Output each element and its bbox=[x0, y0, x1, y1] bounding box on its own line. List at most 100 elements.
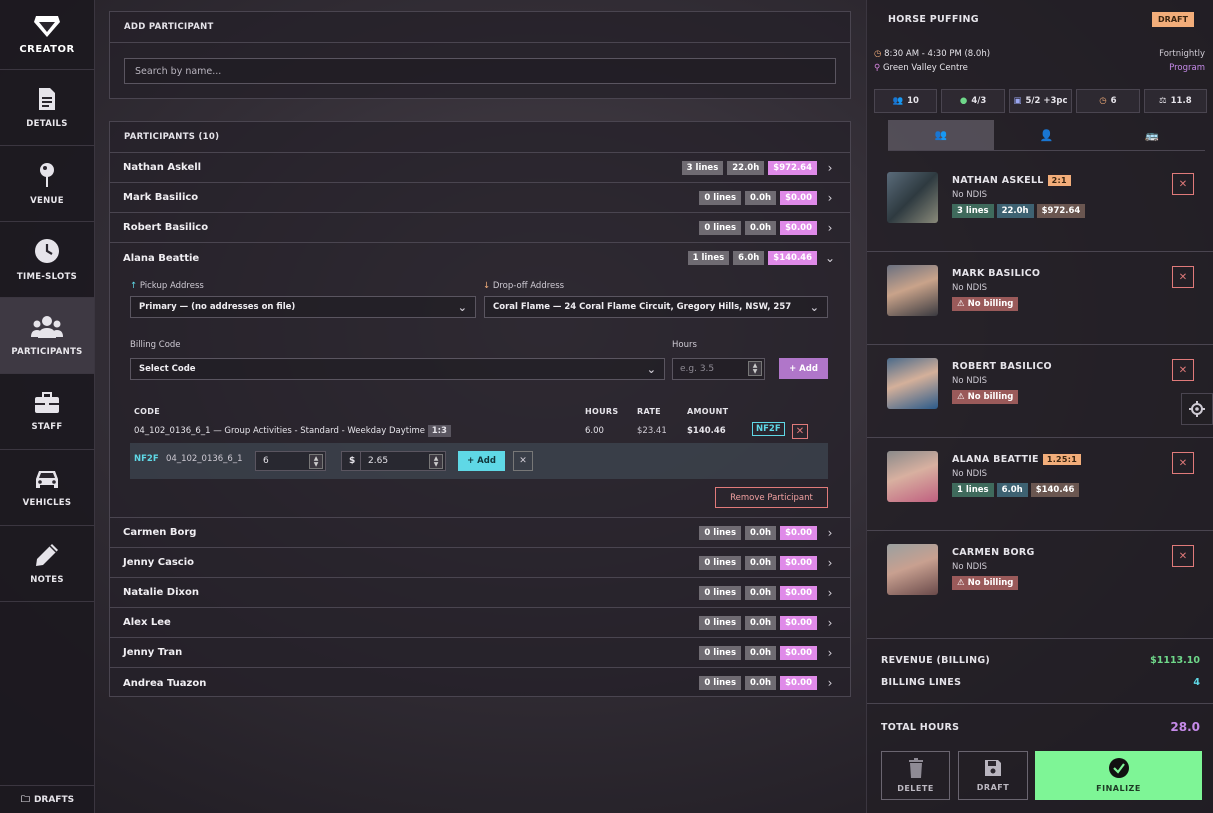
sub-qty-input[interactable]: 6 ▲ ▼ bbox=[255, 451, 326, 471]
participant-row[interactable]: Mark Basilico 0 lines 0.0h $0.00 › bbox=[109, 183, 851, 213]
amount-chip: $0.00 bbox=[780, 676, 817, 690]
time-range: ◷ 8:30 AM - 4:30 PM (8.0h) bbox=[874, 49, 991, 59]
ndis-status: No NDIS bbox=[952, 283, 988, 293]
participant-row[interactable]: Natalie Dixon 0 lines 0.0h $0.00 › bbox=[109, 578, 851, 608]
participant-card: NATHAN ASKELL 2:1 No NDIS 3 lines 22.0h $… bbox=[867, 159, 1213, 252]
diamond-logo-icon bbox=[34, 16, 60, 37]
col-code: CODE bbox=[134, 407, 160, 416]
stat-staff: ● 4/3 bbox=[941, 89, 1005, 113]
dropoff-select[interactable]: Coral Flame — 24 Coral Flame Circuit, Gr… bbox=[484, 296, 828, 318]
tab-participants[interactable]: 👥 bbox=[888, 120, 994, 150]
chevron-right-icon[interactable]: › bbox=[823, 221, 837, 235]
nav-vehicles[interactable]: VEHICLES bbox=[0, 450, 94, 526]
remove-card-button[interactable]: ✕ bbox=[1172, 173, 1194, 195]
participant-row[interactable]: Alex Lee 0 lines 0.0h $0.00 › bbox=[109, 608, 851, 638]
nav-notes[interactable]: NOTES bbox=[0, 526, 94, 602]
delete-button[interactable]: DELETE bbox=[881, 751, 950, 800]
nav-label: VEHICLES bbox=[22, 497, 72, 508]
lines-chip: 0 lines bbox=[699, 555, 741, 570]
amount-chip: $0.00 bbox=[780, 615, 817, 630]
close-icon: ✕ bbox=[1178, 271, 1188, 283]
amount-chip: $0.00 bbox=[780, 585, 817, 600]
pencil-icon bbox=[36, 543, 58, 566]
nav-time-slots[interactable]: TIME-SLOTS bbox=[0, 222, 94, 298]
floppy-icon bbox=[985, 760, 1001, 776]
stepper-icon[interactable]: ▲ ▼ bbox=[748, 361, 762, 376]
sub-price-input[interactable]: 2.65 ▲ ▼ bbox=[360, 451, 446, 471]
ndis-status: No NDIS bbox=[952, 190, 988, 200]
participant-row[interactable]: Andrea Tuazon 0 lines 0.0h $0.00 › bbox=[109, 668, 851, 698]
save-draft-button[interactable]: DRAFT bbox=[958, 751, 1028, 800]
chevron-right-icon[interactable]: › bbox=[823, 526, 837, 540]
participant-name: Robert Basilico bbox=[123, 222, 209, 233]
stepper-icon[interactable]: ▲ ▼ bbox=[429, 454, 443, 469]
chevron-right-icon[interactable]: › bbox=[823, 676, 837, 690]
brand[interactable]: CREATOR bbox=[0, 0, 94, 70]
nav-participants[interactable]: PARTICIPANTS bbox=[0, 298, 94, 374]
check-circle-icon bbox=[1108, 758, 1129, 778]
amount-chip: $0.00 bbox=[780, 190, 817, 205]
sub-add-button[interactable]: + Add bbox=[458, 451, 505, 471]
chevron-right-icon[interactable]: › bbox=[823, 616, 837, 630]
amount-chip: $972.64 bbox=[768, 160, 817, 175]
nf2f-toggle[interactable]: NF2F bbox=[752, 422, 785, 436]
warning-icon: ⚠ bbox=[957, 392, 965, 402]
chevron-right-icon[interactable]: › bbox=[823, 586, 837, 600]
lines-chip: 1 lines bbox=[952, 483, 994, 497]
remove-card-button[interactable]: ✕ bbox=[1172, 452, 1194, 474]
close-icon: ✕ bbox=[1178, 364, 1188, 376]
participant-row-expanded[interactable]: Alana Beattie 1 lines 6.0h $140.46 ⌄ bbox=[109, 243, 851, 273]
search-input[interactable] bbox=[124, 58, 836, 84]
chevron-right-icon[interactable]: › bbox=[823, 161, 837, 175]
lines-chip: 0 lines bbox=[699, 676, 741, 690]
remove-card-button[interactable]: ✕ bbox=[1172, 359, 1194, 381]
chevron-down-icon[interactable]: ⌄ bbox=[823, 251, 837, 265]
amount-chip: $0.00 bbox=[780, 645, 817, 660]
ratio-badge: 1.25:1 bbox=[1042, 454, 1082, 465]
chevron-right-icon[interactable]: › bbox=[823, 646, 837, 660]
participant-row[interactable]: Jenny Cascio 0 lines 0.0h $0.00 › bbox=[109, 548, 851, 578]
lines-chip: 1 lines bbox=[687, 251, 730, 265]
delete-line-button[interactable]: ✕ bbox=[792, 424, 808, 439]
sub-cancel-button[interactable]: ✕ bbox=[513, 451, 533, 471]
participant-row[interactable]: Carmen Borg 0 lines 0.0h $0.00 › bbox=[109, 518, 851, 548]
drafts-link[interactable]: 🗀 DRAFTS bbox=[0, 785, 95, 813]
pickup-select[interactable]: Primary — (no addresses on file) ⌄ bbox=[130, 296, 476, 318]
chevron-right-icon[interactable]: › bbox=[823, 191, 837, 205]
remove-card-button[interactable]: ✕ bbox=[1172, 545, 1194, 567]
gear-icon bbox=[1189, 401, 1205, 417]
chevron-right-icon[interactable]: › bbox=[823, 556, 837, 570]
participant-row[interactable]: Jenny Tran 0 lines 0.0h $0.00 › bbox=[109, 638, 851, 668]
nav-venue[interactable]: VENUE bbox=[0, 146, 94, 222]
nav-staff[interactable]: STAFF bbox=[0, 374, 94, 450]
hours-chip: 22.0h bbox=[996, 204, 1034, 218]
remove-participant-button[interactable]: Remove Participant bbox=[715, 487, 828, 508]
chevron-down-icon: ⌄ bbox=[809, 301, 819, 314]
people-icon: 👥 bbox=[934, 129, 948, 141]
add-billing-button[interactable]: + Add bbox=[779, 358, 828, 379]
nav-details[interactable]: DETAILS bbox=[0, 70, 94, 146]
participant-row[interactable]: Robert Basilico 0 lines 0.0h $0.00 › bbox=[109, 213, 851, 243]
hours-chip: 0.0h bbox=[745, 190, 777, 205]
card-name: ALANA BEATTIE 1.25:1 bbox=[952, 454, 1082, 465]
tab-vehicles[interactable]: 🚌 bbox=[1099, 120, 1205, 150]
hours-input[interactable]: e.g. 3.5 ▲ ▼ bbox=[672, 358, 765, 380]
amount-chip: $0.00 bbox=[780, 525, 817, 540]
card-name: NATHAN ASKELL 2:1 bbox=[952, 175, 1071, 186]
finalize-button[interactable]: FINALIZE bbox=[1035, 751, 1202, 800]
arrow-up-icon: ↑ bbox=[130, 281, 138, 291]
tab-staff[interactable]: 👤 bbox=[994, 120, 1100, 150]
billing-code-select[interactable]: Select Code ⌄ bbox=[130, 358, 665, 380]
nav-label: DETAILS bbox=[26, 118, 68, 129]
remove-card-button[interactable]: ✕ bbox=[1172, 266, 1194, 288]
hours-chip: 6.0h bbox=[996, 483, 1028, 497]
participant-name: Andrea Tuazon bbox=[123, 677, 207, 689]
participant-row[interactable]: Nathan Askell 3 lines 22.0h $972.64 › bbox=[109, 153, 851, 183]
stepper-icon[interactable]: ▲ ▼ bbox=[309, 454, 323, 469]
warning-icon: ⚠ bbox=[957, 578, 965, 588]
nav-label: TIME-SLOTS bbox=[16, 271, 78, 282]
settings-gear-button[interactable] bbox=[1181, 393, 1213, 425]
participants-list: Nathan Askell 3 lines 22.0h $972.64 › Ma… bbox=[109, 153, 851, 698]
brand-label: CREATOR bbox=[19, 44, 75, 55]
dropoff-label: ↓ Drop-off Address bbox=[483, 281, 565, 291]
